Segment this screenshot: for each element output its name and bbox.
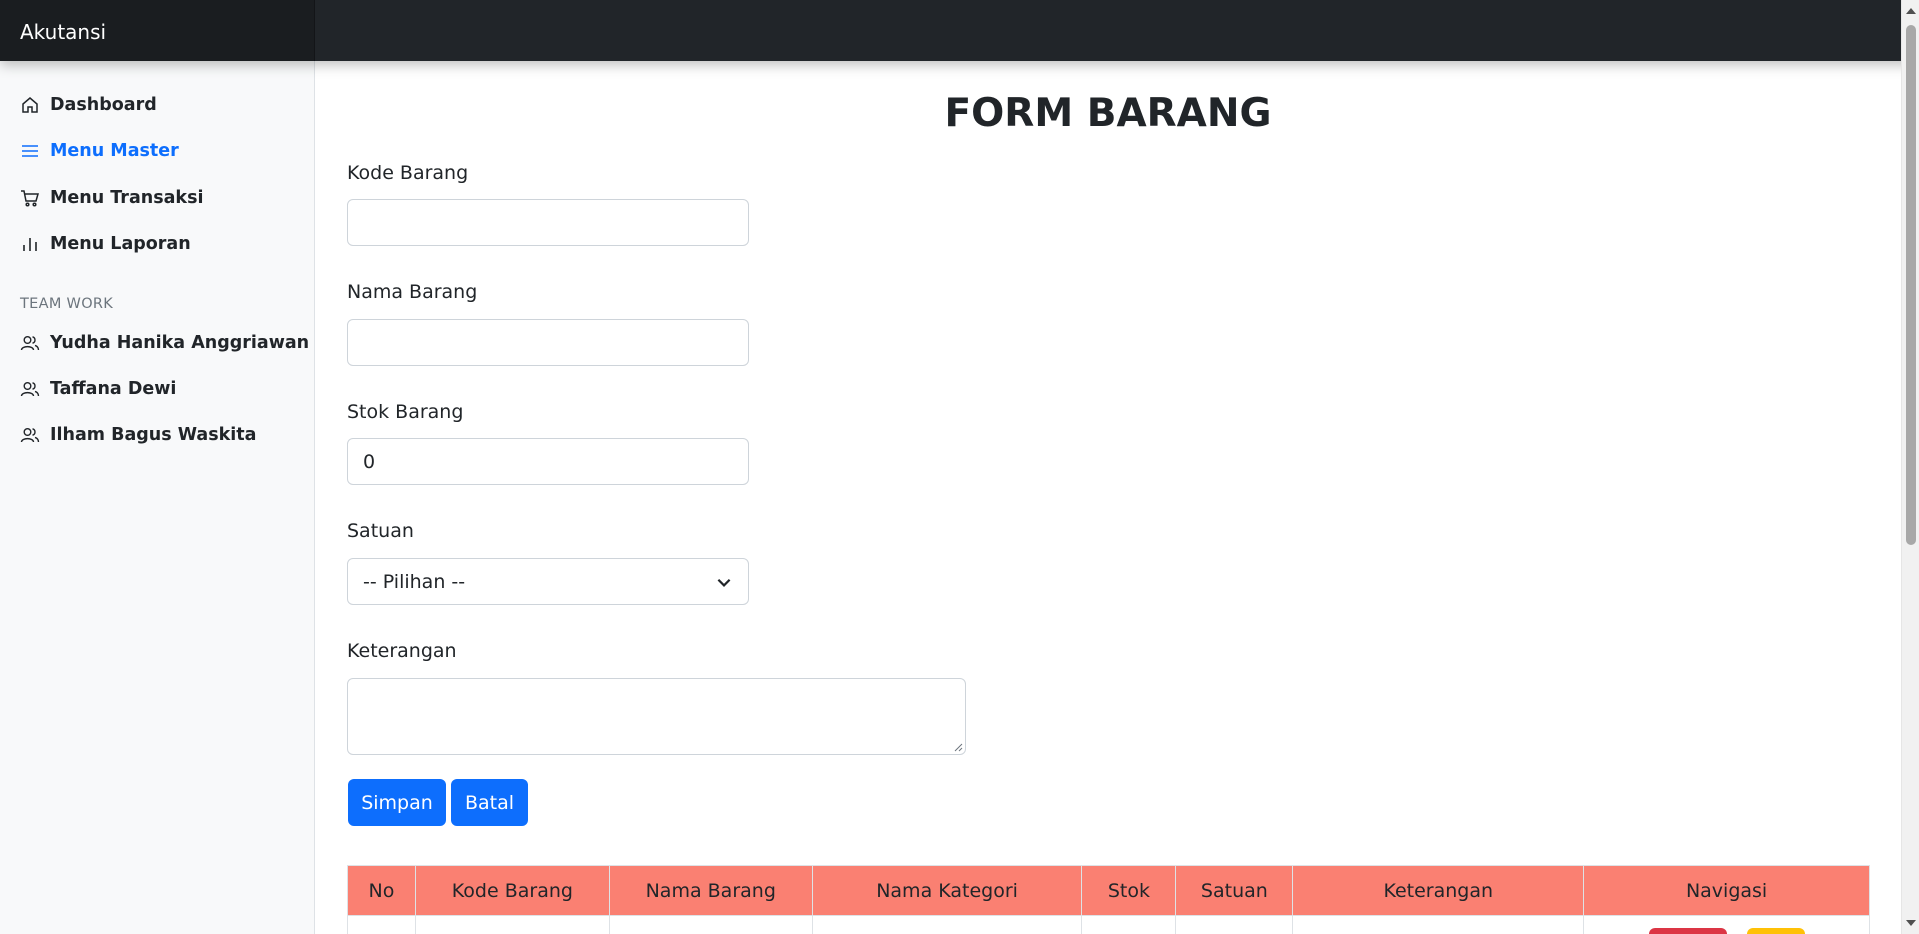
delete-button[interactable] xyxy=(1648,927,1727,934)
users-icon xyxy=(20,336,40,351)
table-cell xyxy=(1175,915,1294,934)
column-header-nama-barang[interactable]: Nama Barang xyxy=(608,865,813,916)
table-cell xyxy=(414,915,610,934)
satuan-label: Satuan xyxy=(347,520,414,542)
brand-title[interactable]: Akutansi xyxy=(0,0,315,61)
table-cell xyxy=(347,915,416,934)
column-header-nama-kategori[interactable]: Nama Kategori xyxy=(811,865,1083,916)
column-header-no[interactable]: No xyxy=(347,865,416,916)
team-work-heading: TEAM WORK xyxy=(20,296,114,312)
sidebar-item-dashboard[interactable]: Dashboard xyxy=(20,90,157,120)
satuan-select[interactable]: -- Pilihan -- xyxy=(347,558,749,605)
column-header-stok[interactable]: Stok xyxy=(1081,865,1177,916)
table-header-row: No Kode Barang Nama Barang Nama Kategori… xyxy=(347,865,1870,916)
page-scrollbar[interactable] xyxy=(1901,0,1919,934)
sidebar-item-label: Menu Transaksi xyxy=(50,188,204,208)
sidebar-item-yudha[interactable]: Yudha Hanika Anggriawan xyxy=(20,328,309,358)
keterangan-textarea[interactable] xyxy=(347,678,966,755)
save-button[interactable]: Simpan xyxy=(348,779,446,826)
table-cell xyxy=(608,915,813,934)
sidebar-item-label: Dashboard xyxy=(50,95,157,115)
kode-barang-input[interactable] xyxy=(347,199,749,246)
users-icon xyxy=(20,382,40,397)
table-cell xyxy=(1081,915,1177,934)
edit-button[interactable] xyxy=(1746,927,1805,934)
sidebar-item-label: Menu Laporan xyxy=(50,234,191,254)
keterangan-label: Keterangan xyxy=(347,640,457,662)
top-navbar: Akutansi xyxy=(0,0,1919,61)
table-cell xyxy=(811,915,1083,934)
sidebar-item-label: Menu Master xyxy=(50,141,179,161)
cart-icon xyxy=(21,190,39,207)
navigasi-cell xyxy=(1583,915,1870,934)
nama-barang-label: Nama Barang xyxy=(347,281,478,303)
sidebar-item-label: Taffana Dewi xyxy=(50,379,177,399)
cancel-button[interactable]: Batal xyxy=(451,779,528,826)
main-content: FORM BARANG Kode Barang Nama Barang Stok… xyxy=(315,61,1901,934)
column-header-kode-barang[interactable]: Kode Barang xyxy=(414,865,610,916)
sidebar-item-label: Ilham Bagus Waskita xyxy=(50,425,257,445)
table-cell xyxy=(1292,915,1585,934)
column-header-satuan[interactable]: Satuan xyxy=(1175,865,1294,916)
sidebar-item-ilham[interactable]: Ilham Bagus Waskita xyxy=(20,420,256,450)
sidebar-item-taffana[interactable]: Taffana Dewi xyxy=(20,374,176,404)
scroll-down-icon[interactable] xyxy=(1906,920,1916,926)
table-row xyxy=(347,915,1870,934)
stok-barang-input[interactable] xyxy=(347,438,749,485)
satuan-selected-value: -- Pilihan -- xyxy=(363,570,466,593)
sidebar: Dashboard Menu Master Menu Transaksi Men… xyxy=(0,61,315,934)
page-title: FORM BARANG xyxy=(944,91,1272,136)
column-header-keterangan[interactable]: Keterangan xyxy=(1292,865,1585,916)
chevron-down-icon xyxy=(717,578,731,587)
barang-table: No Kode Barang Nama Barang Nama Kategori… xyxy=(347,865,1870,934)
sidebar-item-menu-master[interactable]: Menu Master xyxy=(20,136,179,166)
stok-barang-label: Stok Barang xyxy=(347,401,464,423)
resize-grip-icon[interactable] xyxy=(953,742,963,752)
sidebar-item-menu-laporan[interactable]: Menu Laporan xyxy=(20,229,191,259)
menu-icon xyxy=(22,145,38,157)
kode-barang-label: Kode Barang xyxy=(347,162,469,184)
column-header-navigasi[interactable]: Navigasi xyxy=(1583,865,1870,916)
sidebar-item-label: Yudha Hanika Anggriawan xyxy=(50,333,310,353)
sidebar-item-menu-transaksi[interactable]: Menu Transaksi xyxy=(20,183,203,213)
home-icon xyxy=(22,97,38,113)
users-icon xyxy=(20,428,40,443)
nama-barang-input[interactable] xyxy=(347,319,749,366)
scroll-up-icon[interactable] xyxy=(1906,8,1916,14)
scrollbar-thumb[interactable] xyxy=(1906,25,1916,545)
bar-chart-icon xyxy=(23,238,37,251)
